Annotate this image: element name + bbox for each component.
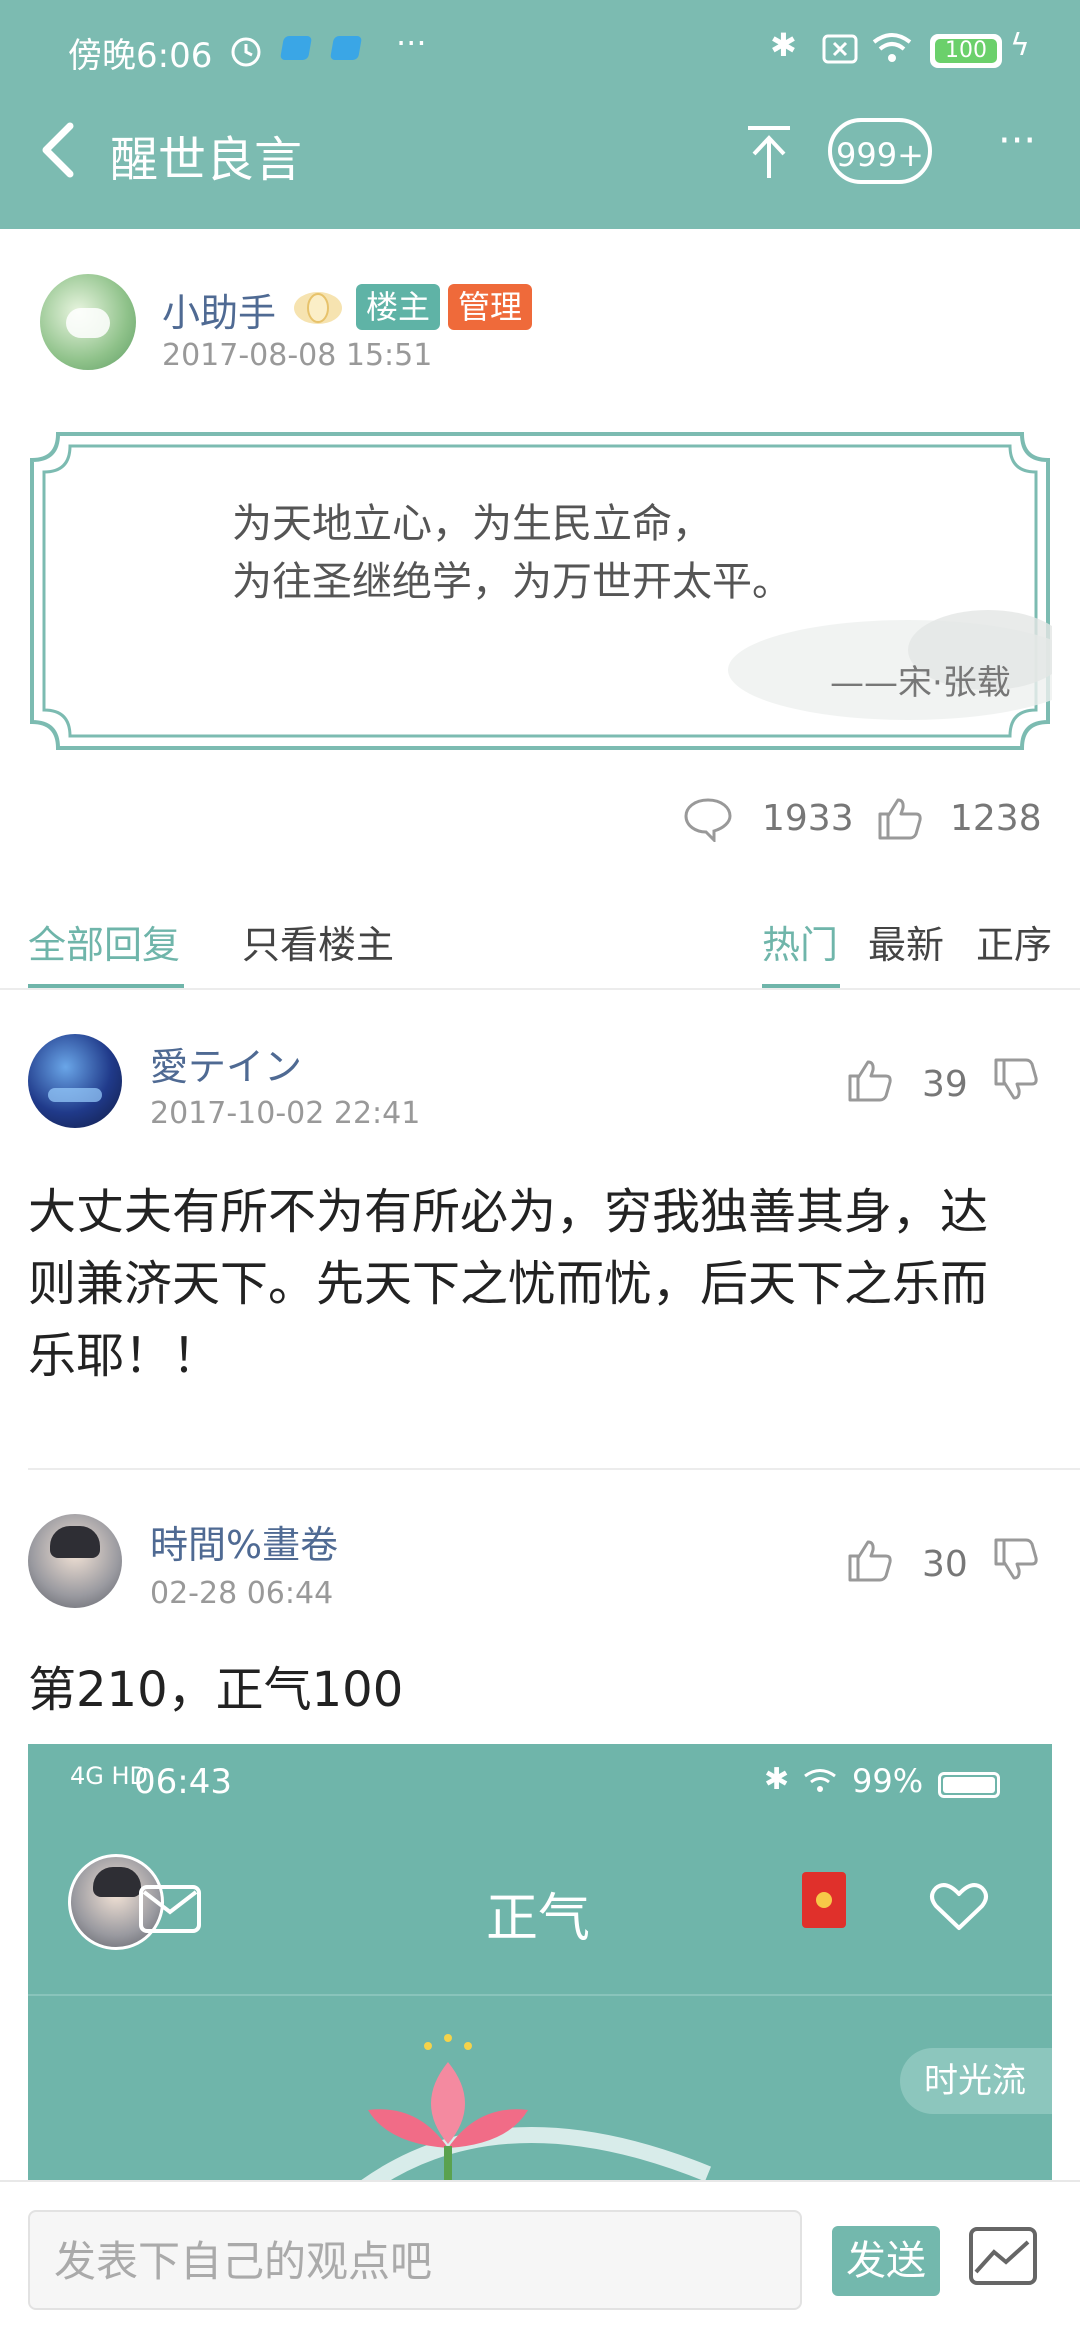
charging-icon: ϟ xyxy=(1010,28,1030,63)
quote-line: 为往圣继绝学，为万世开太平。 xyxy=(232,559,792,605)
bluetooth-icon: ✱ xyxy=(770,26,797,64)
embedded-battery: 99% xyxy=(852,1762,924,1800)
image-picker-icon[interactable] xyxy=(968,2226,1038,2286)
embedded-bluetooth-icon: ✱ xyxy=(764,1762,790,1797)
comment-time: 02-28 06:44 xyxy=(150,1576,334,1611)
embedded-time-flow-label: 时光流 xyxy=(900,2048,1052,2114)
comment-author[interactable]: 愛テイン xyxy=(150,1036,302,1091)
like-count: 1238 xyxy=(950,798,1042,839)
comment-time: 2017-10-02 22:41 xyxy=(150,1096,421,1131)
app-notification-icon xyxy=(329,36,363,60)
alarm-icon xyxy=(231,37,261,67)
quote-text: 为天地立心，为生民立命， 为往圣继绝学，为万世开太平。 xyxy=(232,495,792,611)
status-time: 傍晚6:06 xyxy=(68,36,213,76)
battery-level: 100 xyxy=(935,39,997,63)
comment-line: 则兼济天下。先天下之忧而忧，后天下之乐而 xyxy=(28,1256,989,1312)
like-icon[interactable] xyxy=(846,1056,894,1104)
tab-order[interactable]: 正序 xyxy=(976,914,1052,969)
tab-latest[interactable]: 最新 xyxy=(868,914,944,969)
comment-count: 1933 xyxy=(762,798,854,839)
embedded-divider xyxy=(28,1994,1052,1996)
comment-author[interactable]: 時間%畫卷 xyxy=(150,1514,338,1569)
dislike-icon[interactable] xyxy=(992,1536,1040,1584)
comment-avatar[interactable] xyxy=(28,1514,122,1608)
tab-all-replies[interactable]: 全部回复 xyxy=(28,914,180,969)
dislike-icon[interactable] xyxy=(992,1056,1040,1104)
sim-off-icon xyxy=(822,34,858,64)
comment-input[interactable]: 发表下自己的观点吧 xyxy=(28,2210,802,2310)
more-options-button[interactable]: ··· xyxy=(998,118,1036,164)
comment-icon[interactable] xyxy=(682,796,734,842)
post-time: 2017-08-08 15:51 xyxy=(162,338,433,373)
admin-badge: 管理 xyxy=(448,284,533,330)
level-badge-icon xyxy=(294,292,342,324)
more-notifications-icon: ··· xyxy=(396,24,427,62)
app-notification-icon xyxy=(279,36,313,60)
author-avatar[interactable] xyxy=(40,274,136,370)
comment-like-count: 30 xyxy=(922,1544,968,1585)
embedded-wifi-icon xyxy=(804,1769,836,1792)
tab-hot[interactable]: 热门 xyxy=(762,914,838,969)
divider xyxy=(28,1468,1080,1470)
embedded-heart-icon xyxy=(930,1883,988,1930)
wifi-icon xyxy=(872,33,912,62)
embedded-time: 06:43 xyxy=(134,1762,232,1802)
back-button[interactable] xyxy=(34,120,84,180)
like-icon[interactable] xyxy=(876,794,924,842)
send-button[interactable]: 发送 xyxy=(832,2226,940,2296)
embedded-battery-icon xyxy=(938,1772,1000,1798)
post-author-name[interactable]: 小助手 xyxy=(162,282,276,337)
battery-icon: 100 xyxy=(930,34,1002,68)
comment-image[interactable]: 4G HD 06:43 ✱ 99% 正气 时光流 xyxy=(28,1744,1052,2194)
page-title: 醒世良言 xyxy=(110,132,303,188)
comment-text: 第210，正气100 xyxy=(28,1662,404,1718)
comment-line: 大丈夫有所不为有所必为，穷我独善其身，达 xyxy=(28,1184,989,1240)
comment-like-count: 39 xyxy=(922,1064,968,1105)
embedded-lotus-illustration xyxy=(343,2034,712,2194)
comment-avatar[interactable] xyxy=(28,1034,122,1128)
owner-badge: 楼主 xyxy=(356,284,441,330)
embedded-title: 正气 xyxy=(486,1889,591,1949)
comment-line: 乐耶！！ xyxy=(28,1328,221,1384)
like-icon[interactable] xyxy=(846,1536,894,1584)
quote-source: ——宋·张载 xyxy=(830,663,1011,703)
comment-text: 大丈夫有所不为有所必为，穷我独善其身，达 则兼济天下。先天下之忧而忧，后天下之乐… xyxy=(28,1176,1058,1392)
divider xyxy=(0,988,1080,990)
scroll-to-top-button[interactable] xyxy=(744,124,794,180)
embedded-red-packet-icon xyxy=(802,1872,846,1928)
tab-owner-only[interactable]: 只看楼主 xyxy=(242,914,394,969)
embedded-mail-icon xyxy=(139,1885,201,1933)
top-bar: 傍晚6:06 ··· ✱ 100 ϟ 醒世良言 999+ ··· xyxy=(0,0,1080,229)
comments-count-button[interactable]: 999+ xyxy=(828,118,932,184)
quote-line: 为天地立心，为生民立命， xyxy=(232,501,712,547)
